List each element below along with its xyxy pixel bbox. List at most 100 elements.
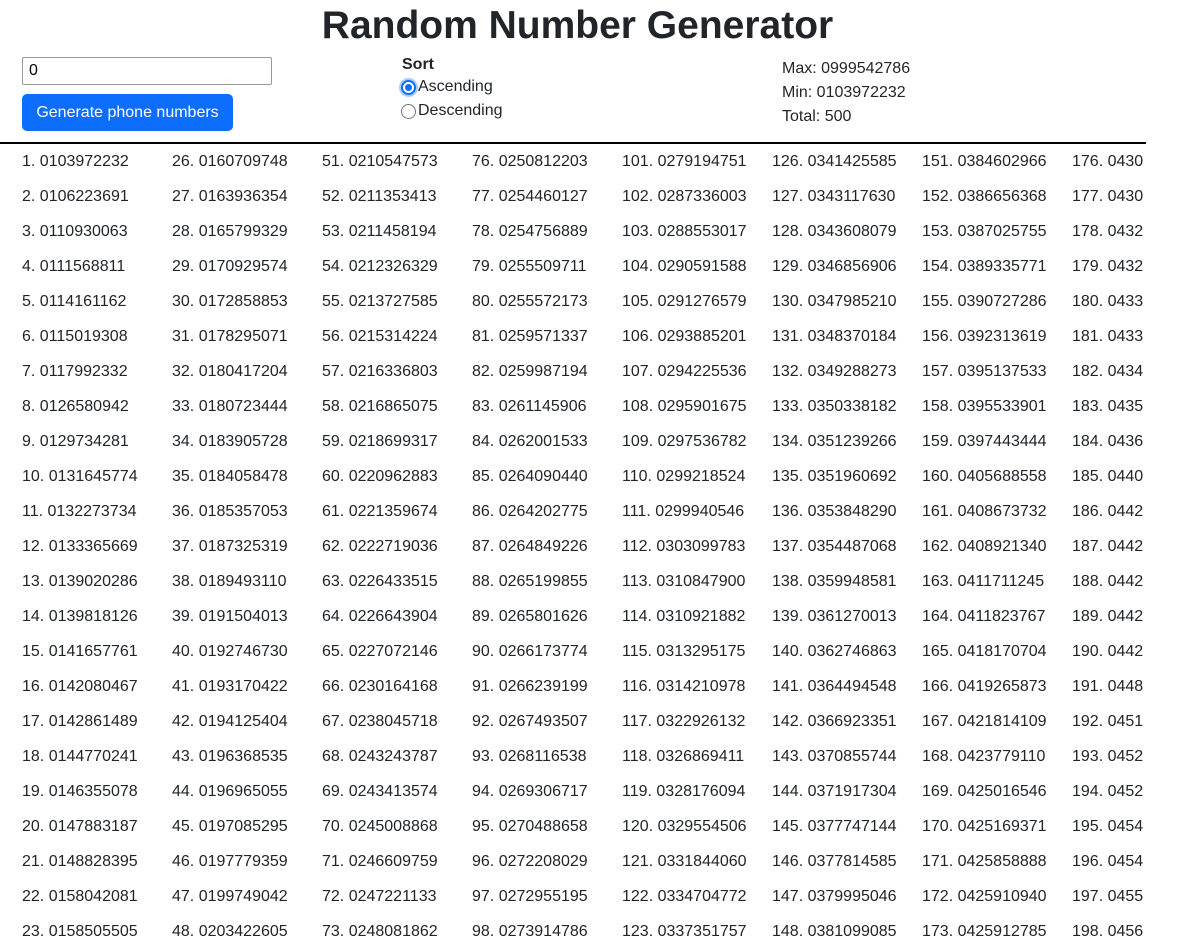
number-item: 56. 0215314224	[322, 328, 438, 345]
number-item: 160. 0405688558	[922, 468, 1047, 485]
generate-phone-numbers-button[interactable]: Generate phone numbers	[22, 94, 233, 131]
number-item: 3. 0110930063	[22, 223, 128, 240]
number-item: 110. 0299218524	[622, 468, 746, 485]
number-item: 130. 0347985210	[772, 293, 897, 310]
number-item: 13. 0139020286	[22, 573, 138, 590]
number-item: 4. 0111568811	[22, 258, 126, 275]
number-item: 26. 0160709748	[172, 153, 288, 170]
number-item: 133. 0350338182	[772, 398, 897, 415]
number-item: 57. 0216336803	[322, 363, 438, 380]
number-item: 138. 0359948581	[772, 573, 897, 590]
number-item: 168. 0423779110	[922, 748, 1046, 765]
number-item: 53. 0211458194	[322, 223, 437, 240]
number-item: 51. 0210547573	[322, 153, 438, 170]
number-item: 70. 0245008868	[322, 818, 438, 835]
number-item: 41. 0193170422	[172, 678, 288, 695]
number-item: 113. 0310847900	[622, 573, 746, 590]
number-item: 193. 0452	[1072, 748, 1144, 765]
number-item: 54. 0212326329	[322, 258, 438, 275]
number-item: 64. 0226643904	[322, 608, 438, 625]
number-item: 117. 0322926132	[622, 713, 746, 730]
number-item: 102. 0287336003	[622, 188, 747, 205]
number-item: 128. 0343608079	[772, 223, 897, 240]
number-item: 196. 0454	[1072, 853, 1144, 870]
number-item: 1. 0103972232	[22, 153, 129, 170]
number-item: 104. 0290591588	[622, 258, 747, 275]
number-item: 118. 0326869411	[622, 748, 745, 765]
number-item: 22. 0158042081	[22, 888, 138, 905]
number-item: 195. 0454	[1072, 818, 1144, 835]
number-item: 10. 0131645774	[22, 468, 138, 485]
number-item: 84. 0262001533	[472, 433, 588, 450]
number-item: 119. 0328176094	[622, 783, 746, 800]
number-item: 17. 0142861489	[22, 713, 138, 730]
number-item: 68. 0243243787	[322, 748, 438, 765]
number-item: 46. 0197779359	[172, 853, 288, 870]
number-item: 92. 0267493507	[472, 713, 588, 730]
number-column: 151. 0384602966 152. 0386656368 153. 03870…	[922, 144, 1047, 941]
number-item: 185. 0440	[1072, 468, 1144, 485]
number-item: 143. 0370855744	[772, 748, 897, 765]
number-item: 191. 0448	[1072, 678, 1144, 695]
number-item: 95. 0270488658	[472, 818, 588, 835]
number-item: 167. 0421814109	[922, 713, 1047, 730]
count-input[interactable]	[22, 57, 272, 85]
number-item: 176. 0430	[1072, 153, 1144, 170]
number-item: 5. 0114161162	[22, 293, 127, 310]
number-item: 140. 0362746863	[772, 643, 897, 660]
number-item: 122. 0334704772	[622, 888, 747, 905]
number-item: 6. 0115019308	[22, 328, 128, 345]
number-item: 77. 0254460127	[472, 188, 588, 205]
descending-label[interactable]: Descending	[418, 102, 503, 120]
number-item: 161. 0408673732	[922, 503, 1047, 520]
number-item: 14. 0139818126	[22, 608, 138, 625]
number-item: 148. 0381099085	[772, 923, 897, 940]
number-item: 116. 0314210978	[622, 678, 746, 695]
number-item: 44. 0196965055	[172, 783, 288, 800]
number-item: 52. 0211353413	[322, 188, 437, 205]
number-item: 147. 0379995046	[772, 888, 897, 905]
number-item: 172. 0425910940	[922, 888, 1047, 905]
number-item: 111. 0299940546	[622, 503, 745, 520]
number-item: 120. 0329554506	[622, 818, 747, 835]
number-item: 58. 0216865075	[322, 398, 438, 415]
number-item: 28. 0165799329	[172, 223, 288, 240]
number-item: 86. 0264202775	[472, 503, 588, 520]
number-item: 155. 0390727286	[922, 293, 1047, 310]
number-item: 19. 0146355078	[22, 783, 138, 800]
number-item: 127. 0343117630	[772, 188, 896, 205]
number-item: 153. 0387025755	[922, 223, 1047, 240]
number-item: 81. 0259571337	[472, 328, 588, 345]
number-item: 89. 0265801626	[472, 608, 588, 625]
number-item: 132. 0349288273	[772, 363, 897, 380]
number-item: 93. 0268116538	[472, 748, 587, 765]
descending-radio[interactable]	[401, 103, 416, 119]
number-item: 7. 0117992332	[22, 363, 128, 380]
number-item: 171. 0425858888	[922, 853, 1047, 870]
number-item: 66. 0230164168	[322, 678, 438, 695]
number-item: 169. 0425016546	[922, 783, 1047, 800]
sort-descending-option[interactable]: Descending	[400, 99, 600, 123]
total-count: Total: 500	[782, 108, 852, 125]
number-item: 9. 0129734281	[22, 433, 129, 450]
number-item: 112. 0303099783	[622, 538, 746, 555]
number-item: 31. 0178295071	[172, 328, 288, 345]
number-item: 184. 0436	[1072, 433, 1144, 450]
number-item: 101. 0279194751	[622, 153, 747, 170]
number-column: 26. 0160709748 27. 0163936354 28. 01657993…	[172, 144, 288, 941]
number-item: 192. 0451	[1072, 713, 1144, 730]
ascending-radio[interactable]	[401, 79, 416, 95]
number-item: 162. 0408921340	[922, 538, 1047, 555]
number-item: 83. 0261145906	[472, 398, 587, 415]
number-item: 90. 0266173774	[472, 643, 588, 660]
number-item: 36. 0185357053	[172, 503, 288, 520]
number-item: 35. 0184058478	[172, 468, 288, 485]
number-item: 38. 0189493110	[172, 573, 287, 590]
number-item: 152. 0386656368	[922, 188, 1047, 205]
ascending-label[interactable]: Ascending	[418, 78, 493, 96]
number-item: 18. 0144770241	[22, 748, 138, 765]
sort-ascending-option[interactable]: Ascending	[400, 75, 600, 99]
number-item: 79. 0255509711	[472, 258, 587, 275]
number-item: 69. 0243413574	[322, 783, 438, 800]
page-title: Random Number Generator	[321, 4, 834, 47]
